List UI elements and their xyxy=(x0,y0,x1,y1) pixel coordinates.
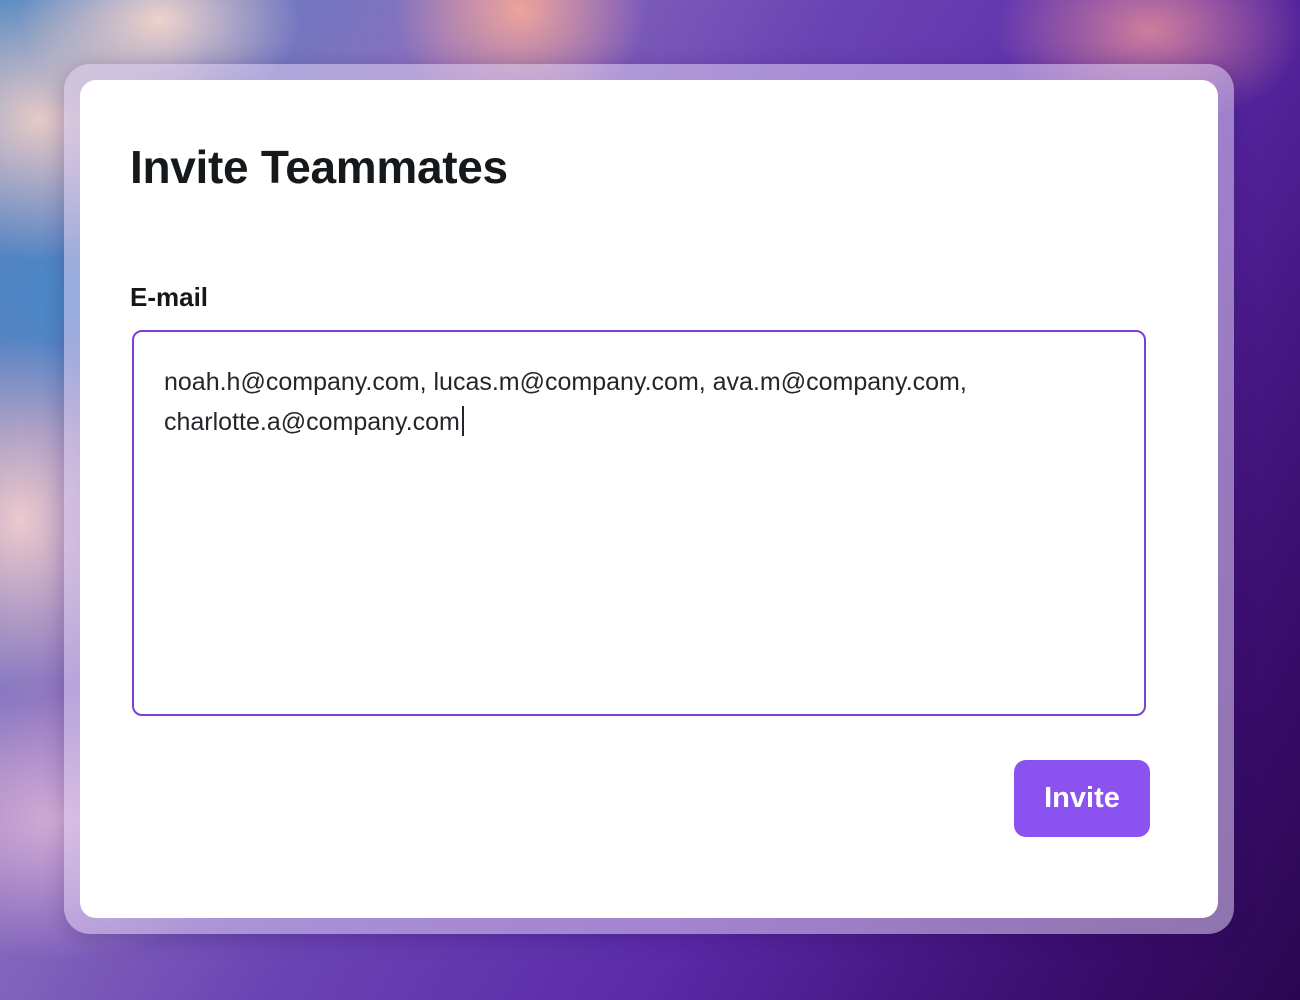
invite-button[interactable]: Invite xyxy=(1014,760,1150,837)
invite-dialog: Invite Teammates E-mail noah.h@company.c… xyxy=(80,80,1218,918)
email-field-value: noah.h@company.com, lucas.m@company.com,… xyxy=(164,368,974,436)
email-field[interactable]: noah.h@company.com, lucas.m@company.com,… xyxy=(132,330,1146,716)
text-caret xyxy=(461,406,464,436)
page-title: Invite Teammates xyxy=(130,141,508,193)
email-label: E-mail xyxy=(130,282,209,312)
